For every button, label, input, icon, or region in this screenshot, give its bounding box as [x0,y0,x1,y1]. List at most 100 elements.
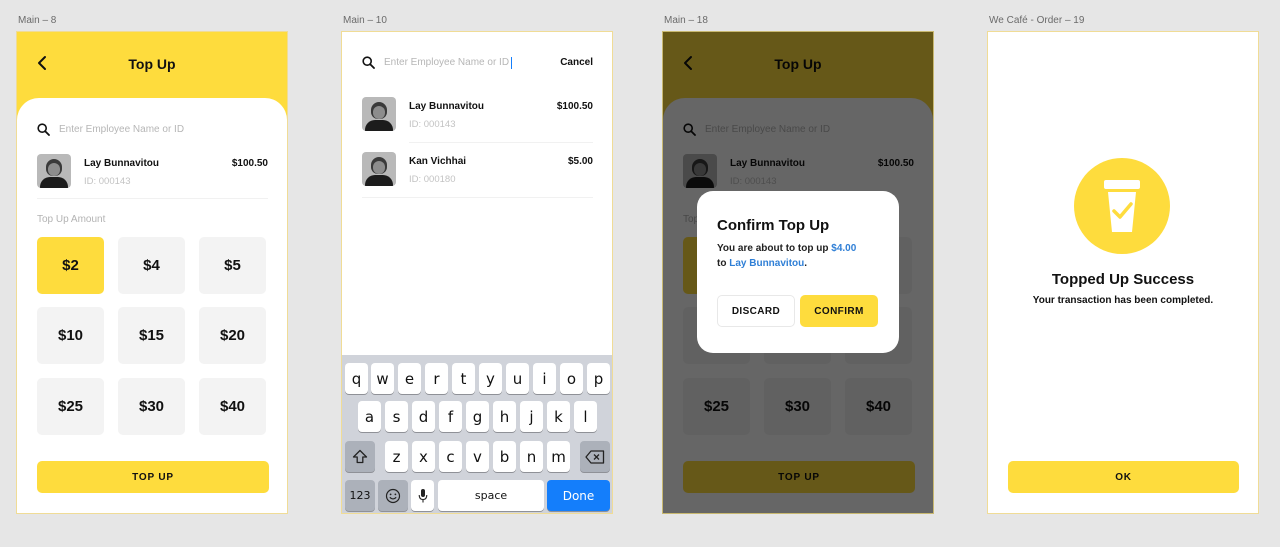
section-label: Top Up Amount [37,214,106,225]
employee-name: Lay Bunnavitou [84,158,160,169]
key[interactable]: f [439,401,462,432]
divider [409,142,593,143]
employee-balance: $100.50 [556,101,593,112]
amount-tile-selected[interactable]: $2 [37,237,104,294]
search-icon [362,56,375,69]
employee-id: ID: 000143 [84,176,131,187]
key[interactable]: k [547,401,570,432]
content-sheet: Enter Employee Name or ID Lay Bunnavitou… [17,98,287,513]
key[interactable]: z [385,441,408,472]
amount-tile[interactable]: $20 [199,307,266,364]
key[interactable]: w [371,363,394,394]
key[interactable]: e [398,363,421,394]
amount-tile[interactable]: $4 [118,237,185,294]
amount-tile[interactable]: $15 [118,307,185,364]
search-screen: Enter Employee Name or ID Cancel Lay Bun… [341,31,613,514]
employee-balance: $100.50 [231,158,268,169]
topup-screen: Top Up Enter Employee Name or ID Lay Bun… [16,31,288,514]
key[interactable]: s [385,401,408,432]
artboard-label: Main – 18 [664,15,708,26]
amount-tile[interactable]: $10 [37,307,104,364]
coffee-cup-check-icon [1104,180,1140,232]
employee-id: ID: 000143 [409,119,456,130]
avatar [362,152,396,186]
key[interactable]: q [345,363,368,394]
confirm-dialog: Confirm Top Up You are about to top up $… [697,191,899,353]
backspace-icon [585,449,605,464]
key[interactable]: y [479,363,502,394]
search-result-item[interactable]: Kan Vichhai ID: 000180 [362,152,466,186]
amount-tile[interactable]: $40 [199,378,266,435]
dialog-message: You are about to top up $4.00 to Lay Bun… [717,241,887,271]
divider [362,197,593,198]
employee-name: Lay Bunnavitou [409,101,485,112]
key[interactable]: c [439,441,462,472]
microphone-icon [418,488,427,502]
search-icon [37,123,50,136]
key[interactable]: d [412,401,435,432]
artboard-label: Main – 8 [18,15,57,26]
key[interactable]: b [493,441,516,472]
key[interactable]: u [506,363,529,394]
amount-tile[interactable]: $25 [37,378,104,435]
artboard-label: We Café - Order – 19 [989,15,1085,26]
confirm-button[interactable]: CONFIRM [800,295,878,327]
emoji-icon [385,488,401,503]
search-result-item[interactable]: Lay Bunnavitou ID: 000143 [362,97,484,131]
key[interactable]: p [587,363,610,394]
message-period: . [804,258,808,269]
backspace-key[interactable] [580,441,610,472]
key[interactable]: i [533,363,556,394]
key[interactable]: x [412,441,435,472]
text-cursor [511,56,513,69]
amount-tile[interactable]: $5 [199,237,266,294]
key[interactable]: g [466,401,489,432]
done-key[interactable]: Done [547,480,610,511]
shift-icon [352,449,368,464]
success-screen: Topped Up Success Your transaction has b… [987,31,1259,514]
confirm-screen: Top Up Enter Employee Name or ID Lay Bun… [662,31,934,514]
ok-button[interactable]: OK [1008,461,1239,493]
key[interactable]: j [520,401,543,432]
dictation-key[interactable] [411,480,434,511]
artboard-label: Main – 10 [343,15,387,26]
success-message: Your transaction has been completed. [1032,295,1214,306]
key[interactable]: t [452,363,475,394]
amount-tile[interactable]: $30 [118,378,185,435]
employee-balance: $5.00 [567,156,593,167]
selected-employee[interactable]: Lay Bunnavitou ID: 000143 [37,154,159,188]
space-key[interactable]: space [438,480,544,511]
dialog-title: Confirm Top Up [717,217,830,234]
search-placeholder: Enter Employee Name or ID [59,124,185,135]
key[interactable]: n [520,441,543,472]
avatar [362,97,396,131]
keyboard: q w e r t y u i o p a s d f g h j k l z … [342,355,612,513]
key[interactable]: h [493,401,516,432]
employee-id: ID: 000180 [409,174,456,185]
avatar [37,154,71,188]
message-text: to [717,258,727,269]
success-badge [1074,158,1170,254]
message-text: You are about to top up [717,243,829,254]
emoji-key[interactable] [378,480,408,511]
page-title: Top Up [128,56,176,72]
key[interactable]: m [547,441,570,472]
message-amount: $4.00 [831,243,857,254]
message-employee: Lay Bunnavitou [729,258,805,269]
divider [37,198,268,199]
key[interactable]: l [574,401,597,432]
key[interactable]: v [466,441,489,472]
top-up-button[interactable]: TOP UP [37,461,269,493]
search-placeholder: Enter Employee Name or ID [384,57,510,68]
search-field[interactable]: Enter Employee Name or ID [37,123,184,136]
key[interactable]: o [560,363,583,394]
employee-name: Kan Vichhai [409,156,467,167]
discard-button[interactable]: DISCARD [717,295,795,327]
shift-key[interactable] [345,441,375,472]
search-field[interactable]: Enter Employee Name or ID [362,56,513,69]
key[interactable]: a [358,401,381,432]
key[interactable]: r [425,363,448,394]
success-title: Topped Up Success [1051,271,1195,288]
cancel-button[interactable]: Cancel [560,57,593,68]
numbers-key[interactable]: 123 [345,480,375,511]
